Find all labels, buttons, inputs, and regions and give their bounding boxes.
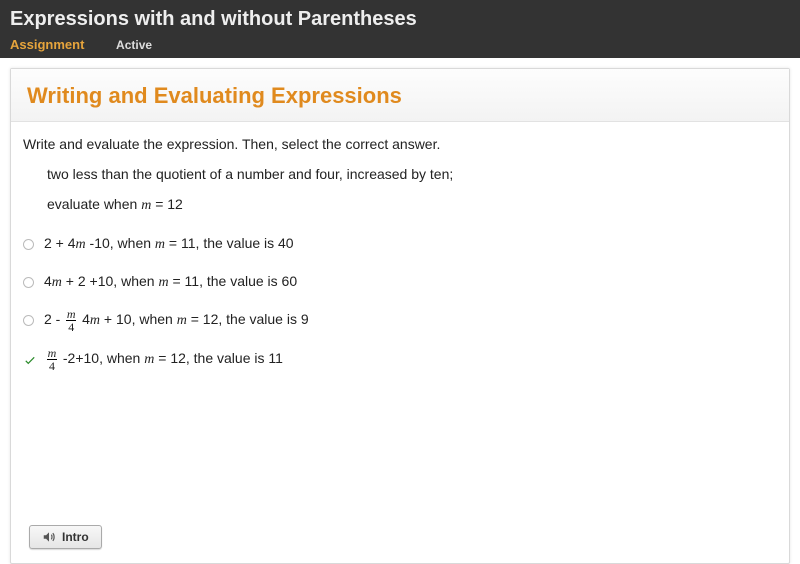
content-card: Writing and Evaluating Expressions Write… bbox=[10, 68, 790, 564]
instruction-text: Write and evaluate the expression. Then,… bbox=[23, 136, 777, 152]
math-var: m bbox=[76, 237, 86, 252]
fraction: m4 bbox=[47, 347, 57, 372]
radio-icon[interactable] bbox=[23, 277, 34, 288]
option-text: 4 bbox=[44, 273, 52, 289]
active-label: Active bbox=[116, 38, 152, 52]
assignment-label[interactable]: Assignment bbox=[10, 37, 84, 52]
fraction-denominator: 4 bbox=[47, 359, 57, 372]
card-footer: Intro bbox=[29, 525, 102, 549]
intro-button[interactable]: Intro bbox=[29, 525, 102, 549]
audio-icon bbox=[42, 530, 56, 544]
option-label: 2 - m4 4m + 10, when m = 12, the value i… bbox=[44, 308, 309, 333]
option-row[interactable]: m4 -2+10, when m = 12, the value is 11 bbox=[23, 347, 777, 372]
math-var: m bbox=[177, 313, 187, 328]
math-var: m bbox=[52, 275, 62, 290]
option-text: 4 bbox=[78, 311, 90, 327]
option-text: = 11, the value is 40 bbox=[165, 235, 294, 251]
fraction-numerator: m bbox=[48, 347, 57, 359]
checkmark-icon bbox=[23, 353, 37, 367]
problem-line-1: two less than the quotient of a number a… bbox=[47, 166, 777, 182]
option-text: 2 - bbox=[44, 311, 64, 327]
radio-icon[interactable] bbox=[23, 315, 34, 326]
option-row[interactable]: 4m + 2 +10, when m = 11, the value is 60 bbox=[23, 270, 777, 294]
card-body: Write and evaluate the expression. Then,… bbox=[11, 122, 789, 372]
intro-label: Intro bbox=[62, 530, 89, 544]
math-var: m bbox=[158, 275, 168, 290]
option-text: 2 + 4 bbox=[44, 235, 76, 251]
problem-var: m bbox=[141, 198, 151, 213]
page-title: Expressions with and without Parentheses bbox=[10, 8, 790, 31]
option-text: = 11, the value is 60 bbox=[169, 273, 298, 289]
fraction-numerator: m bbox=[67, 308, 76, 320]
problem-line-2: evaluate when m = 12 bbox=[47, 196, 777, 214]
option-text: = 12, the value is 9 bbox=[187, 311, 309, 327]
option-text: -2+10, when bbox=[59, 350, 144, 366]
header-sub: Assignment Active bbox=[10, 37, 790, 52]
math-var: m bbox=[90, 313, 100, 328]
option-text: = 12, the value is 11 bbox=[154, 350, 283, 366]
problem-prefix: evaluate when bbox=[47, 196, 141, 212]
card-header: Writing and Evaluating Expressions bbox=[11, 69, 789, 122]
option-row[interactable]: 2 - m4 4m + 10, when m = 12, the value i… bbox=[23, 308, 777, 333]
option-label: 4m + 2 +10, when m = 11, the value is 60 bbox=[44, 273, 297, 291]
option-text: -10, when bbox=[86, 235, 155, 251]
app-header: Expressions with and without Parentheses… bbox=[0, 0, 800, 58]
option-text: + 2 +10, when bbox=[62, 273, 159, 289]
fraction-denominator: 4 bbox=[66, 320, 76, 333]
card-title: Writing and Evaluating Expressions bbox=[27, 83, 773, 109]
options-list: 2 + 4m -10, when m = 11, the value is 40… bbox=[23, 232, 777, 372]
math-var: m bbox=[144, 352, 154, 367]
option-label: 2 + 4m -10, when m = 11, the value is 40 bbox=[44, 235, 294, 253]
option-row[interactable]: 2 + 4m -10, when m = 11, the value is 40 bbox=[23, 232, 777, 256]
fraction: m4 bbox=[66, 308, 76, 333]
option-text: + 10, when bbox=[100, 311, 177, 327]
problem-suffix: = 12 bbox=[151, 196, 183, 212]
radio-icon[interactable] bbox=[23, 239, 34, 250]
option-label: m4 -2+10, when m = 12, the value is 11 bbox=[45, 347, 283, 372]
math-var: m bbox=[155, 237, 165, 252]
